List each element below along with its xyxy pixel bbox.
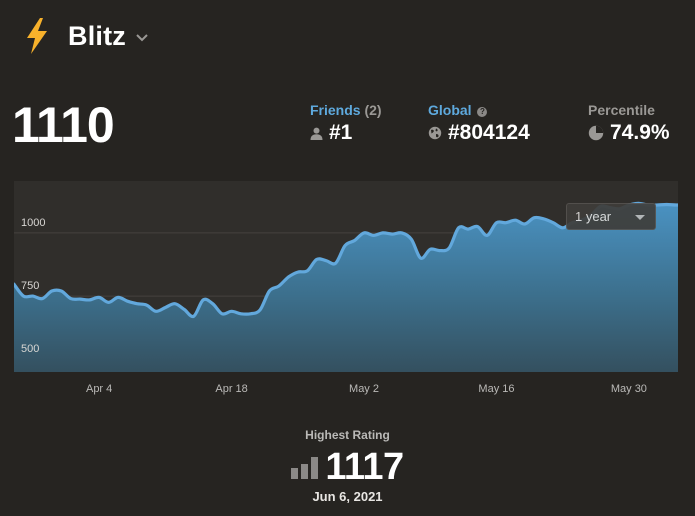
highest-rating-value: 1117 (325, 446, 404, 488)
current-rating: 1110 (12, 97, 115, 153)
pie-chart-icon (588, 125, 604, 141)
friends-stat[interactable]: Friends (2) #1 (310, 102, 382, 145)
bar-chart-icon (291, 456, 319, 479)
help-icon[interactable]: ? (477, 106, 488, 117)
time-range-value: 1 year (575, 209, 612, 224)
y-axis-tick-label: 500 (21, 343, 40, 356)
global-label-row: Global ? (428, 102, 530, 118)
global-rank: #804124 (448, 121, 530, 144)
person-icon (310, 127, 323, 140)
friends-label[interactable]: Friends (310, 102, 361, 118)
global-value-row: #804124 (428, 121, 530, 145)
highest-rating-label: Highest Rating (305, 428, 390, 442)
friends-label-row: Friends (2) (310, 102, 382, 118)
time-range-select[interactable]: 1 year (566, 203, 656, 230)
time-control-title[interactable]: Blitz (68, 21, 126, 52)
x-axis-tick-label: Apr 4 (85, 383, 113, 395)
highest-rating-row: 1117 (0, 446, 695, 489)
highest-rating: Highest Rating 1117 Jun 6, 2021 (0, 428, 695, 504)
percentile-stat: Percentile 74.9% (588, 102, 670, 145)
friends-value-row: #1 (310, 121, 382, 145)
lightning-bolt-icon (27, 18, 47, 54)
globe-icon (428, 126, 442, 140)
percentile-value-row: 74.9% (588, 121, 670, 145)
dropdown-caret-icon (635, 215, 645, 220)
x-axis-tick-label: May 16 (478, 383, 515, 395)
x-axis-tick-label: May 2 (349, 383, 379, 395)
x-axis-tick-label: May 30 (610, 383, 647, 395)
x-axis-tick-label: Apr 18 (215, 383, 248, 395)
global-label[interactable]: Global (428, 102, 472, 118)
percentile-value: 74.9% (610, 121, 670, 144)
friends-rank: #1 (329, 121, 353, 144)
y-axis-tick-label: 750 (21, 280, 40, 293)
highest-rating-date: Jun 6, 2021 (312, 489, 383, 504)
friends-count: (2) (364, 102, 382, 118)
page-header: Blitz (24, 18, 148, 54)
y-axis-tick-label: 1000 (21, 216, 46, 229)
chevron-down-icon[interactable] (136, 34, 148, 42)
percentile-label: Percentile (588, 102, 655, 118)
global-stat[interactable]: Global ? #804124 (428, 102, 530, 145)
